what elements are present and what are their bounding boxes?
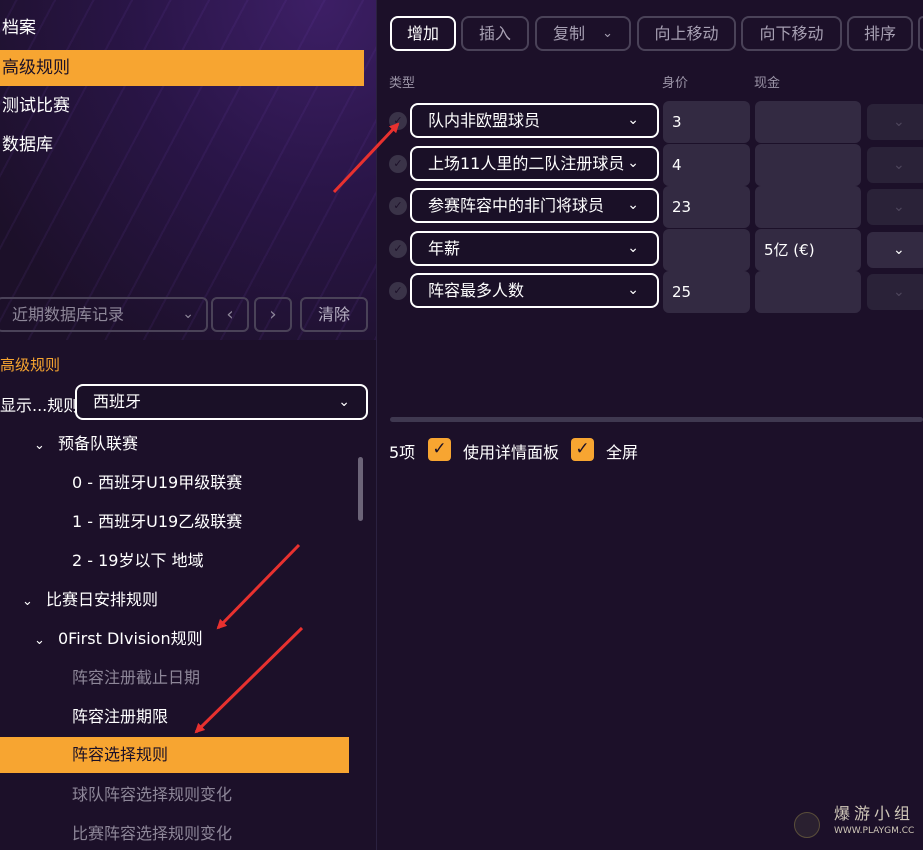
chevron-down-icon: ⌄ <box>893 114 905 130</box>
chevron-down-icon: ⌄ <box>893 199 905 215</box>
currency-dropdown: ⌄ <box>867 274 923 310</box>
nav-item-database[interactable]: 数据库 <box>0 127 364 163</box>
move-up-button[interactable]: 向上移动 <box>637 16 736 51</box>
fullscreen-label: 全屏 <box>606 443 639 462</box>
move-down-button[interactable]: 向下移动 <box>741 16 842 51</box>
fullscreen-checkbox[interactable]: ✓ <box>571 438 594 461</box>
column-header-cash: 现金 <box>754 76 781 91</box>
cash-field[interactable] <box>755 101 861 143</box>
column-header-type: 类型 <box>389 76 416 91</box>
row-status-icon: ✓ <box>389 112 407 130</box>
row-status-icon: ✓ <box>389 282 407 300</box>
recent-database-placeholder: 近期数据库记录 <box>12 305 125 324</box>
tree-item-reserve-league[interactable]: ⌄ 预备队联赛 <box>34 424 138 463</box>
rule-type-value: 参赛阵容中的非门将球员 <box>428 196 605 215</box>
rule-type-select[interactable]: 年薪 ⌄ <box>410 231 659 266</box>
chevron-down-icon: ⌄ <box>627 282 639 298</box>
insert-button[interactable]: 插入 <box>461 16 529 51</box>
tree-item-label: 预备队联赛 <box>58 434 139 453</box>
chevron-down-icon: ⌄ <box>627 155 639 171</box>
watermark-text: 爆游小组 <box>834 804 915 823</box>
nav-item-advanced-rules[interactable]: 高级规则 <box>0 50 364 86</box>
chevron-down-icon: ⌄ <box>893 242 905 258</box>
watermark-logo-icon <box>794 812 820 838</box>
currency-dropdown: ⌄ <box>867 104 923 140</box>
value-field[interactable]: 3 <box>663 101 750 143</box>
item-count: 5项 <box>389 443 416 462</box>
cash-field[interactable]: 5亿 (€) <box>755 229 861 271</box>
currency-dropdown: ⌄ <box>867 147 923 183</box>
toolbar-overflow-button[interactable] <box>918 16 923 51</box>
left-panel: 档案 高级规则 测试比赛 数据库 近期数据库记录 ⌄ ‹ › 清除 高级规则 显… <box>0 0 376 850</box>
tree-item-matchday-rules[interactable]: ⌄ 比赛日安排规则 <box>22 580 158 619</box>
tree-item-u19-regional[interactable]: 2 - 19岁以下 地域 <box>72 541 204 580</box>
history-prev-button[interactable]: ‹ <box>211 297 249 332</box>
value-field[interactable]: 4 <box>663 144 750 186</box>
row-status-icon: ✓ <box>389 197 407 215</box>
rule-type-value: 年薪 <box>428 239 461 258</box>
value-field[interactable]: 23 <box>663 186 750 228</box>
column-header-value: 身价 <box>662 76 689 91</box>
rule-type-value: 阵容最多人数 <box>428 281 525 300</box>
table-horizontal-scrollbar[interactable] <box>390 417 923 422</box>
tree-scrollbar[interactable] <box>358 457 363 521</box>
copy-label: 复制 <box>553 24 586 43</box>
history-next-button[interactable]: › <box>254 297 292 332</box>
chevron-down-icon: ⌄ <box>627 240 639 256</box>
watermark: 爆游小组 WWW.PLAYGM.CC <box>790 798 920 842</box>
league-select[interactable]: 西班牙 ⌄ <box>75 384 368 420</box>
tree-item-label: 比赛日安排规则 <box>46 590 159 609</box>
rule-type-select[interactable]: 上场11人里的二队注册球员 ⌄ <box>410 146 659 181</box>
sort-button[interactable]: 排序 <box>847 16 913 51</box>
chevron-down-icon: ⌄ <box>182 306 194 322</box>
tree-item-u19-first[interactable]: 0 - 西班牙U19甲级联赛 <box>72 463 242 502</box>
tree-item-first-division-rules[interactable]: ⌄ 0First DIvision规则 <box>34 619 203 658</box>
row-status-icon: ✓ <box>389 155 407 173</box>
copy-button[interactable]: 复制 ⌄ <box>535 16 631 51</box>
nav-item-test-match[interactable]: 测试比赛 <box>0 88 364 124</box>
tree-item-team-squad-rule-changes[interactable]: 球队阵容选择规则变化 <box>72 775 232 814</box>
show-rules-label: 显示...规则 <box>0 396 80 415</box>
clear-button[interactable]: 清除 <box>300 297 368 332</box>
chevron-right-icon: › <box>269 304 277 325</box>
rule-type-select[interactable]: 阵容最多人数 ⌄ <box>410 273 659 308</box>
tree-item-match-squad-rule-changes[interactable]: 比赛阵容选择规则变化 <box>72 814 232 850</box>
row-status-icon: ✓ <box>389 240 407 258</box>
chevron-down-icon: ⌄ <box>34 438 45 453</box>
tree-item-squad-selection-rules[interactable]: 阵容选择规则 <box>0 737 349 773</box>
chevron-down-icon: ⌄ <box>338 394 350 410</box>
chevron-down-icon: ⌄ <box>893 157 905 173</box>
section-title: 高级规则 <box>0 356 61 374</box>
detail-panel-checkbox[interactable]: ✓ <box>428 438 451 461</box>
tree-item-registration-period[interactable]: 阵容注册期限 <box>72 697 168 736</box>
rule-type-select[interactable]: 队内非欧盟球员 ⌄ <box>410 103 659 138</box>
chevron-down-icon: ⌄ <box>627 197 639 213</box>
rule-type-value: 上场11人里的二队注册球员 <box>428 154 625 173</box>
value-field[interactable]: 25 <box>663 271 750 313</box>
cash-field[interactable] <box>755 144 861 186</box>
chevron-down-icon: ⌄ <box>893 284 905 300</box>
tree-item-registration-deadline[interactable]: 阵容注册截止日期 <box>72 658 200 697</box>
chevron-down-icon: ⌄ <box>22 594 33 609</box>
recent-database-select[interactable]: 近期数据库记录 ⌄ <box>0 297 208 332</box>
currency-dropdown[interactable]: ⌄ <box>867 232 923 268</box>
cash-field[interactable] <box>755 186 861 228</box>
chevron-down-icon: ⌄ <box>34 633 45 648</box>
rule-type-value: 队内非欧盟球员 <box>428 111 541 130</box>
chevron-down-icon: ⌄ <box>627 112 639 128</box>
value-field[interactable] <box>663 229 750 271</box>
rule-type-select[interactable]: 参赛阵容中的非门将球员 ⌄ <box>410 188 659 223</box>
nav-item-profile[interactable]: 档案 <box>0 10 364 46</box>
cash-field[interactable] <box>755 271 861 313</box>
currency-dropdown: ⌄ <box>867 189 923 225</box>
watermark-url: WWW.PLAYGM.CC <box>834 826 915 836</box>
league-select-value: 西班牙 <box>93 392 142 411</box>
add-button[interactable]: 增加 <box>390 16 456 51</box>
tree-item-u19-second[interactable]: 1 - 西班牙U19乙级联赛 <box>72 502 242 541</box>
tree-item-label: 0First DIvision规则 <box>58 629 203 648</box>
chevron-left-icon: ‹ <box>226 304 234 325</box>
detail-panel-label: 使用详情面板 <box>463 443 560 462</box>
chevron-down-icon: ⌄ <box>602 26 613 41</box>
